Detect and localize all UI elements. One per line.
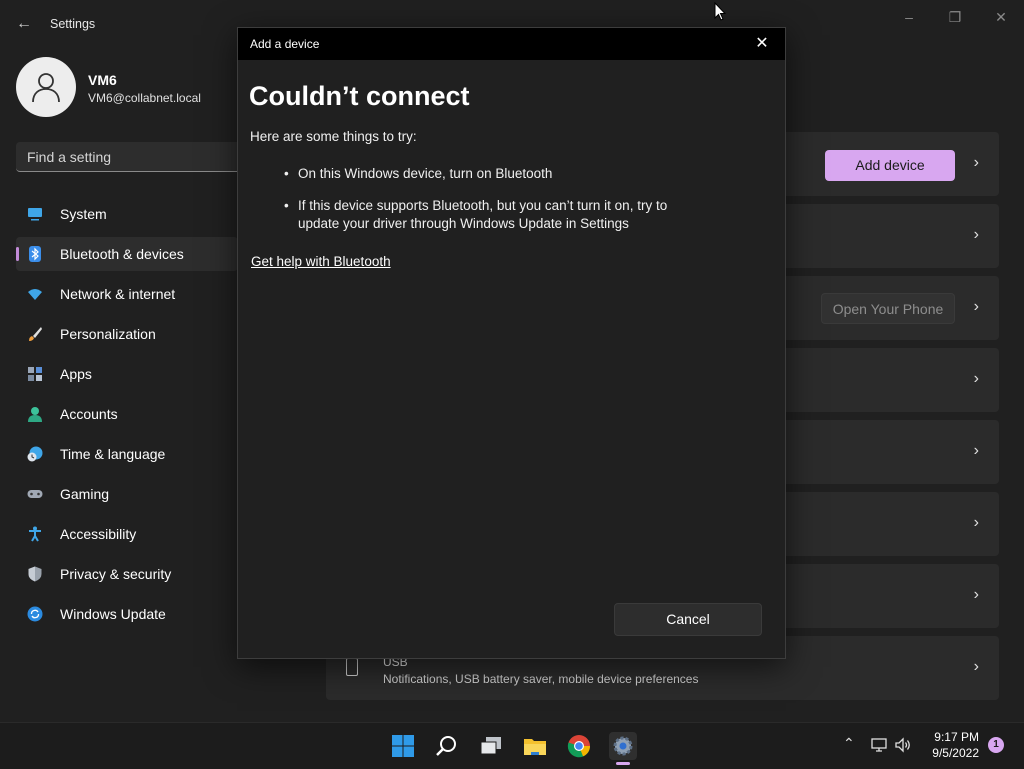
active-indicator <box>16 247 19 261</box>
chrome-icon <box>567 735 591 758</box>
dialog-titlebar: Add a device ✕ <box>238 28 785 60</box>
sidebar-item-label: Time & language <box>60 446 166 462</box>
search-icon <box>436 736 456 756</box>
sidebar-item-label: Privacy & security <box>60 566 172 582</box>
clock-date[interactable]: 9/5/2022 <box>926 746 979 760</box>
brush-icon <box>29 327 42 341</box>
sidebar-item-accessibility[interactable]: Accessibility <box>16 517 238 551</box>
avatar[interactable] <box>16 57 76 117</box>
dialog-close-icon[interactable]: ✕ <box>753 35 771 53</box>
sidebar-item-label: Accounts <box>60 406 118 422</box>
clock-time[interactable]: 9:17 PM <box>929 730 979 744</box>
chevron-right-icon[interactable]: › <box>974 514 979 532</box>
tips-list: On this Windows device, turn on Bluetoot… <box>284 165 704 247</box>
cancel-button[interactable]: Cancel <box>614 603 762 636</box>
sidebar-item-system[interactable]: System <box>16 197 238 231</box>
taskbar: ⌃ 9:17 PM 9/5/2022 1 <box>0 722 1024 769</box>
sidebar-item-label: Gaming <box>60 486 110 502</box>
clock-globe-icon <box>27 446 43 462</box>
dialog-title: Add a device <box>250 37 320 51</box>
gear-icon <box>613 736 633 756</box>
sidebar-item-label: Personalization <box>60 326 156 342</box>
network-icon[interactable] <box>870 736 888 754</box>
sidebar-item-label: Windows Update <box>60 606 166 622</box>
sidebar-item-gaming[interactable]: Gaming <box>16 477 238 511</box>
show-hidden-icons-chevron-icon[interactable]: ⌃ <box>843 735 855 752</box>
settings-app-button[interactable] <box>609 732 637 765</box>
search-input[interactable]: Find a setting <box>16 142 246 172</box>
volume-icon[interactable] <box>894 736 912 754</box>
accounts-icon <box>28 407 42 422</box>
dialog-intro: Here are some things to try: <box>250 129 417 144</box>
folder-icon <box>524 739 546 755</box>
windows-logo-icon <box>392 735 414 757</box>
mouse-cursor-icon <box>714 2 726 21</box>
sidebar-item-label: Apps <box>60 366 92 382</box>
sidebar-item-label: Network & internet <box>60 286 176 302</box>
sidebar-item-accounts[interactable]: Accounts <box>16 397 238 431</box>
sidebar-item-personalization[interactable]: Personalization <box>16 317 238 351</box>
chevron-right-icon[interactable]: › <box>974 586 979 604</box>
usb-description: Notifications, USB battery saver, mobile… <box>383 672 699 686</box>
maximize-button[interactable]: ❐ <box>943 8 967 26</box>
dialog-heading: Couldn’t connect <box>249 81 470 111</box>
sidebar-item-label: Bluetooth & devices <box>60 246 184 262</box>
close-window-button[interactable]: ✕ <box>989 8 1013 26</box>
search-button[interactable] <box>433 732 461 760</box>
tip-item: On this Windows device, turn on Bluetoot… <box>284 165 704 183</box>
sidebar-item-label: Accessibility <box>60 526 137 542</box>
start-button[interactable] <box>389 732 417 760</box>
back-arrow-icon[interactable]: ← <box>14 14 34 34</box>
bluetooth-help-link[interactable]: Get help with Bluetooth <box>251 254 391 269</box>
bluetooth-icon <box>29 246 41 262</box>
add-device-button[interactable]: Add device <box>825 150 955 181</box>
wifi-icon <box>28 289 42 300</box>
chrome-button[interactable] <box>565 732 593 760</box>
chevron-right-icon[interactable]: › <box>974 298 979 316</box>
sidebar-item-network[interactable]: Network & internet <box>16 277 238 311</box>
task-view-icon <box>480 737 501 755</box>
chevron-right-icon[interactable]: › <box>974 154 979 172</box>
update-icon <box>27 606 43 622</box>
shield-icon <box>28 566 42 582</box>
sidebar-item-label: System <box>60 206 107 222</box>
chevron-right-icon[interactable]: › <box>974 370 979 388</box>
sidebar-item-privacy-security[interactable]: Privacy & security <box>16 557 238 591</box>
sidebar-item-time-language[interactable]: Time & language <box>16 437 238 471</box>
chevron-right-icon[interactable]: › <box>974 442 979 460</box>
chevron-right-icon[interactable]: › <box>974 658 979 676</box>
active-app-indicator <box>616 762 630 765</box>
accessibility-icon <box>29 526 41 542</box>
sidebar-item-windows-update[interactable]: Windows Update <box>16 597 238 631</box>
notification-badge[interactable]: 1 <box>988 737 1004 753</box>
user-email: VM6@collabnet.local <box>88 91 201 105</box>
system-icon <box>28 208 42 221</box>
sidebar-item-apps[interactable]: Apps <box>16 357 238 391</box>
usb-icon <box>346 658 358 676</box>
sidebar-item-bluetooth-devices[interactable]: Bluetooth & devices <box>16 237 238 271</box>
apps-icon <box>28 367 42 381</box>
chevron-right-icon[interactable]: › <box>974 226 979 244</box>
gamepad-icon <box>27 490 43 498</box>
user-name: VM6 <box>88 72 117 88</box>
file-explorer-button[interactable] <box>521 732 549 760</box>
add-device-dialog: Add a device ✕ Couldn’t connect Here are… <box>237 27 786 659</box>
tip-item: If this device supports Bluetooth, but y… <box>284 197 704 233</box>
search-placeholder: Find a setting <box>27 149 112 165</box>
app-title: Settings <box>50 17 96 31</box>
minimize-button[interactable]: – <box>897 8 921 26</box>
task-view-button[interactable] <box>477 732 505 760</box>
open-your-phone-button[interactable]: Open Your Phone <box>821 293 955 324</box>
user-icon <box>32 73 60 103</box>
